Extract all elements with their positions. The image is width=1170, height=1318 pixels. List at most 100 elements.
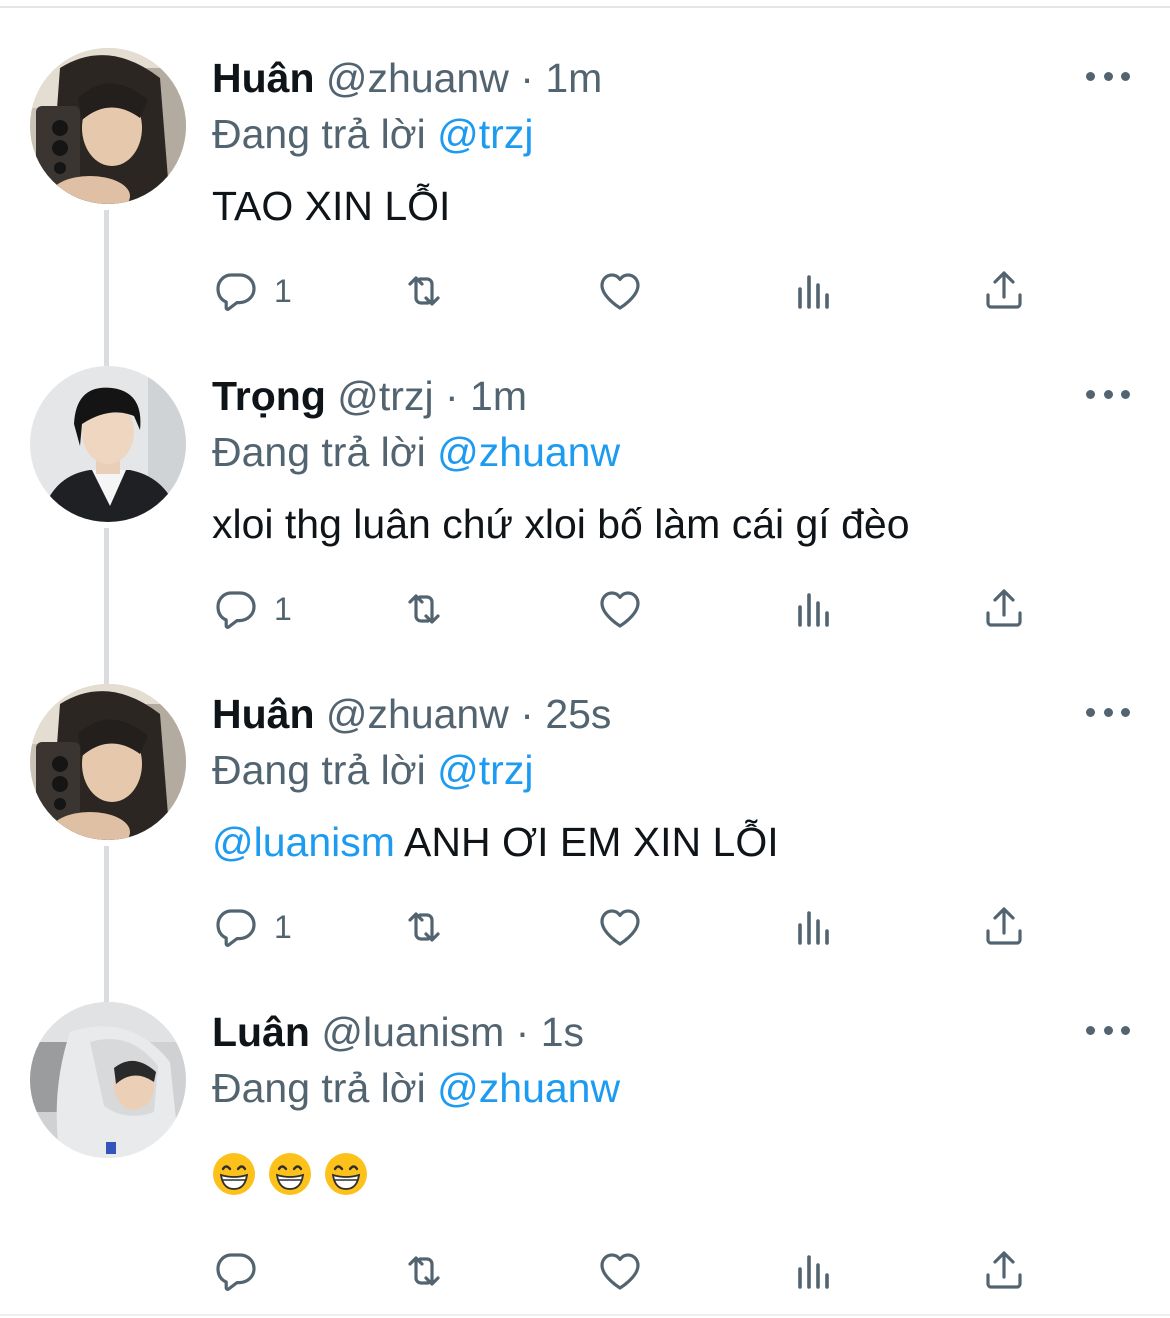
reply-icon [216,1253,256,1291]
like-button[interactable] [596,584,644,634]
tweet[interactable]: Trọng @trzj · 1m Đang trả lời @zhuanw xl… [0,318,1170,636]
tweet-actions [212,1246,1042,1296]
tweet[interactable]: Huân @zhuanw · 25s Đang trả lời @trzj @l… [0,636,1170,954]
like-icon [600,1253,640,1290]
body-mention[interactable]: @luanism [212,819,395,865]
views-button[interactable] [790,584,838,634]
share-button[interactable] [980,584,1028,634]
timestamp[interactable]: 25s [545,691,611,737]
replying-to-label: Đang trả lời [212,429,426,475]
avatar-luan-image [30,1002,186,1158]
reply-count: 1 [274,272,292,309]
more-icon[interactable] [1086,700,1130,724]
timestamp[interactable]: 1m [545,55,602,101]
more-icon[interactable] [1086,1018,1130,1042]
like-button[interactable] [596,902,644,952]
views-button[interactable] [790,902,838,952]
replying-to: Đang trả lời @trzj [212,744,533,796]
replying-to-label: Đang trả lời [212,111,426,157]
bottom-divider [0,1314,1170,1316]
share-icon [986,907,1022,945]
share-button[interactable] [980,1246,1028,1296]
grinning-face-emoji-icon [213,1153,255,1195]
tweet-actions: 1 [212,266,1042,316]
avatar[interactable] [30,366,186,522]
views-button[interactable] [790,1246,838,1296]
tweet-text-content: ANH ƠI EM XIN LỖI [394,819,779,865]
like-icon [600,909,640,946]
retweet-button[interactable] [400,902,448,952]
tweet-header: Trọng @trzj · 1m [212,370,527,422]
reply-icon [216,909,256,947]
reply-button[interactable]: 1 [212,584,292,634]
retweet-button[interactable] [400,266,448,316]
avatar[interactable] [30,684,186,840]
replying-to-mention[interactable]: @zhuanw [437,429,620,475]
reply-count: 1 [274,908,292,945]
reply-count: 1 [274,590,292,627]
views-icon [798,275,829,309]
tweet-actions: 1 [212,902,1042,952]
share-icon [986,1251,1022,1289]
tweet-header: Huân @zhuanw · 1m [212,52,602,104]
replying-to-label: Đang trả lời [212,747,426,793]
separator-dot: · [520,55,534,101]
retweet-button[interactable] [400,1246,448,1296]
display-name[interactable]: Huân [212,691,315,737]
replying-to-mention[interactable]: @zhuanw [437,1065,620,1111]
replying-to-mention[interactable]: @trzj [437,747,533,793]
more-icon[interactable] [1086,382,1130,406]
grinning-face-emoji-icon [325,1153,367,1195]
share-button[interactable] [980,266,1028,316]
reply-icon [216,591,256,629]
share-button[interactable] [980,902,1028,952]
replying-to: Đang trả lời @zhuanw [212,426,620,478]
retweet-button[interactable] [400,584,448,634]
reply-button[interactable] [212,1246,260,1296]
tweet-text: TAO XIN LỖI [212,183,451,229]
reply-icon [216,273,256,311]
timestamp[interactable]: 1m [470,373,527,419]
tweet-text: @luanism ANH ƠI EM XIN LỖI [212,816,779,868]
replying-to-mention[interactable]: @trzj [437,111,533,157]
tweet[interactable]: Huân @zhuanw · 1m Đang trả lời @trzj TAO… [0,0,1170,318]
avatar[interactable] [30,1002,186,1158]
reply-button[interactable]: 1 [212,266,292,316]
user-handle[interactable]: @zhuanw [326,55,509,101]
display-name[interactable]: Trọng [212,373,326,419]
like-button[interactable] [596,1246,644,1296]
avatar-trong-image [30,366,186,522]
user-handle[interactable]: @zhuanw [326,691,509,737]
tweet-text: xloi thg luân chứ xloi bố làm cái gí đèo [212,501,910,547]
like-icon [600,591,640,628]
replying-to: Đang trả lời @trzj [212,108,533,160]
separator-dot: · [515,1009,530,1055]
retweet-icon [408,912,440,942]
user-handle[interactable]: @trzj [337,373,433,419]
avatar-huan-image [30,48,186,204]
retweet-icon [408,276,440,306]
timestamp[interactable]: 1s [541,1009,584,1055]
like-button[interactable] [596,266,644,316]
retweet-icon [408,594,440,624]
like-icon [600,273,640,310]
views-icon [798,593,829,627]
avatar[interactable] [30,48,186,204]
tweet-header: Huân @zhuanw · 25s [212,688,611,740]
display-name[interactable]: Luân [212,1009,310,1055]
share-icon [986,589,1022,627]
user-handle[interactable]: @luanism [321,1009,504,1055]
separator-dot: · [444,373,459,419]
more-icon[interactable] [1086,64,1130,88]
tweet-actions: 1 [212,584,1042,634]
tweet-header: Luân @luanism · 1s [212,1006,584,1058]
tweet[interactable]: Luân @luanism · 1s Đang trả lời @zhuanw [0,954,1170,1291]
grinning-face-emoji-icon [269,1153,311,1195]
reply-button[interactable]: 1 [212,902,292,952]
views-button[interactable] [790,266,838,316]
separator-dot: · [520,691,534,737]
retweet-icon [408,1256,440,1286]
tweet-emojis [212,1152,368,1196]
share-icon [986,271,1022,309]
display-name[interactable]: Huân [212,55,315,101]
